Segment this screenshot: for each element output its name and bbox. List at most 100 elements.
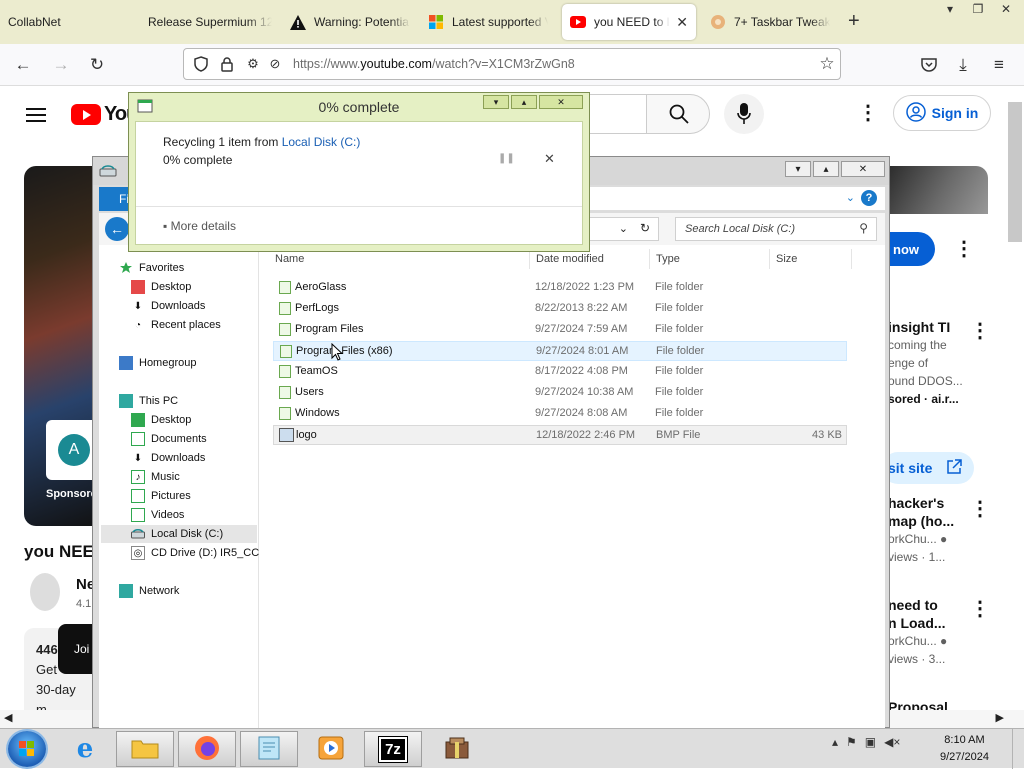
file-row-selected[interactable]: logo 12/18/2022 2:46 PM BMP File 43 KB [273, 425, 847, 445]
taskbar-media-player[interactable] [302, 731, 360, 767]
file-row[interactable]: Program Files 9/27/2024 7:59 AM File fol… [273, 320, 847, 340]
cancel-operation-icon[interactable]: ✕ [544, 151, 555, 167]
column-header-name[interactable]: Name [275, 253, 304, 265]
start-button[interactable] [8, 731, 46, 767]
more-options-icon[interactable]: ⋮ [858, 100, 878, 125]
chevron-down-icon[interactable]: ⌄ [619, 222, 628, 235]
forward-arrow-icon[interactable]: → [50, 54, 72, 76]
taskbar-file-explorer[interactable] [116, 731, 174, 767]
channel-avatar[interactable] [30, 573, 60, 611]
tab-supermium[interactable]: Release Supermium 126 [140, 4, 280, 40]
address-bar[interactable]: ⚙ ⊘ https://www.youtube.com/watch?v=X1CM… [183, 48, 841, 80]
network-status-icon[interactable]: ▣ [865, 735, 876, 749]
menu-hamburger-icon[interactable]: ≡ [988, 54, 1010, 76]
maximize-button[interactable]: ▴ [813, 161, 839, 177]
new-tab-button[interactable]: + [848, 10, 860, 33]
file-row[interactable]: AeroGlass 12/18/2022 1:23 PM File folder [273, 278, 847, 298]
sidebar-ad-item[interactable]: insight TI coming the enge of ound DDOS.… [888, 318, 963, 408]
visit-site-button[interactable]: sit site [882, 452, 974, 484]
permissions-icon[interactable]: ⚙ [242, 53, 264, 75]
taskbar-7zip[interactable]: 7z [364, 731, 422, 767]
system-clock[interactable]: 8:10 AM 9/27/2024 [940, 732, 989, 766]
minimize-button[interactable]: ▾ [483, 95, 509, 109]
help-icon[interactable]: ? [861, 190, 877, 206]
nav-documents[interactable]: Documents [131, 432, 207, 446]
close-button[interactable]: ✕ [539, 95, 583, 109]
column-header-date[interactable]: Date modified [536, 253, 604, 265]
nav-pc-desktop[interactable]: Desktop [131, 413, 191, 427]
nav-music[interactable]: ♪ Music [131, 470, 180, 484]
restore-button[interactable]: ❐ [968, 0, 988, 18]
menu-hamburger-icon[interactable] [26, 104, 46, 126]
tab-collabnet[interactable]: CollabNet [0, 4, 128, 40]
flag-icon[interactable]: ⚑ [846, 735, 857, 749]
file-row[interactable]: Windows 9/27/2024 8:08 AM File folder [273, 404, 847, 424]
nav-this-pc[interactable]: This PC [119, 394, 178, 408]
search-input[interactable]: Search Local Disk (C:) ⚲ [675, 217, 877, 241]
autoplay-blocked-icon[interactable]: ⊘ [264, 53, 286, 75]
buy-now-button[interactable]: now [885, 232, 935, 266]
more-details-toggle[interactable]: ▪ More details [163, 219, 236, 233]
reload-icon[interactable]: ↻ [86, 54, 108, 76]
nav-pc-downloads[interactable]: ⬇ Downloads [131, 451, 206, 465]
sign-in-button[interactable]: Sign in [893, 95, 991, 131]
download-icon[interactable]: ⤓ [952, 54, 974, 76]
pause-icon[interactable]: ❚❚ [498, 153, 515, 164]
taskbar-notepad[interactable] [240, 731, 298, 767]
voice-search-button[interactable] [724, 94, 764, 134]
close-button[interactable]: ✕ [841, 161, 885, 177]
url-text[interactable]: https://www.youtube.com/watch?v=X1CM3rZw… [293, 57, 575, 71]
column-header-size[interactable]: Size [776, 253, 797, 265]
nav-videos[interactable]: Videos [131, 508, 184, 522]
nav-favorites[interactable]: Favorites [119, 261, 184, 275]
nav-homegroup[interactable]: Homegroup [119, 356, 196, 370]
back-arrow-icon[interactable]: ← [105, 217, 129, 241]
tab-taskbar-tweaker[interactable]: 7+ Taskbar Tweaker [702, 4, 838, 40]
pocket-icon[interactable] [918, 54, 940, 76]
nav-downloads[interactable]: ⬇ Downloads [131, 299, 206, 313]
show-desktop-button[interactable] [1012, 729, 1024, 769]
tab-youtube-active[interactable]: you NEED to learn ✕ [562, 4, 696, 40]
column-divider[interactable] [529, 249, 530, 269]
nav-desktop[interactable]: Desktop [131, 280, 191, 294]
search-button[interactable] [646, 94, 710, 134]
tab-warning[interactable]: Warning: Potential Security [282, 4, 418, 40]
column-divider[interactable] [649, 249, 650, 269]
close-window-button[interactable]: ✕ [996, 0, 1016, 18]
file-row[interactable]: PerfLogs 8/22/2013 8:22 AM File folder [273, 299, 847, 319]
minimize-button[interactable]: ▾ [785, 161, 811, 177]
taskbar-firefox[interactable] [178, 731, 236, 767]
lock-icon[interactable] [216, 53, 238, 75]
show-hidden-icons-icon[interactable]: ▴ [832, 735, 838, 749]
column-header-type[interactable]: Type [656, 253, 680, 265]
more-options-icon[interactable]: ⋮ [970, 596, 990, 621]
nav-pictures[interactable]: Pictures [131, 489, 191, 503]
more-options-icon[interactable]: ⋮ [954, 236, 974, 261]
more-options-icon[interactable]: ⋮ [970, 496, 990, 521]
volume-muted-icon[interactable]: ◀× [884, 735, 900, 749]
nav-recent-places[interactable]: ◔ Recent places [131, 318, 221, 332]
maximize-button[interactable]: ▴ [511, 95, 537, 109]
file-row-hovered[interactable]: Program Files (x86) 9/27/2024 8:01 AM Fi… [273, 341, 847, 361]
taskbar-internet-explorer[interactable]: e [56, 731, 114, 767]
file-row[interactable]: TeamOS 8/17/2022 4:08 PM File folder [273, 362, 847, 382]
bookmark-star-icon[interactable]: ☆ [816, 53, 838, 75]
column-divider[interactable] [851, 249, 852, 269]
minimize-button[interactable]: ▾ [940, 0, 960, 18]
file-row[interactable]: Users 9/27/2024 10:38 AM File folder [273, 383, 847, 403]
tab-microsoft[interactable]: Latest supported Ve [420, 4, 556, 40]
column-divider[interactable] [769, 249, 770, 269]
nav-cd-drive[interactable]: ◎ CD Drive (D:) IR5_CCS [131, 546, 267, 560]
taskbar-archive-tool[interactable] [428, 731, 486, 767]
nav-local-disk[interactable]: Local Disk (C:) [101, 525, 257, 543]
page-scrollbar-thumb[interactable] [1008, 102, 1022, 242]
sidebar-video-item[interactable]: need to n Load... orkChu... ● views · 3.… [888, 596, 947, 668]
scroll-right-arrow-icon[interactable]: ▶ [996, 711, 1004, 724]
back-arrow-icon[interactable]: ← [12, 54, 34, 76]
sidebar-video-item[interactable]: hacker's map (ho... orkChu... ● views · … [888, 494, 954, 566]
scroll-left-arrow-icon[interactable]: ◀ [4, 711, 12, 724]
source-drive-link[interactable]: Local Disk (C:) [282, 135, 361, 149]
shield-icon[interactable] [190, 53, 212, 75]
close-tab-icon[interactable]: ✕ [676, 14, 688, 31]
nav-network[interactable]: Network [119, 584, 179, 598]
